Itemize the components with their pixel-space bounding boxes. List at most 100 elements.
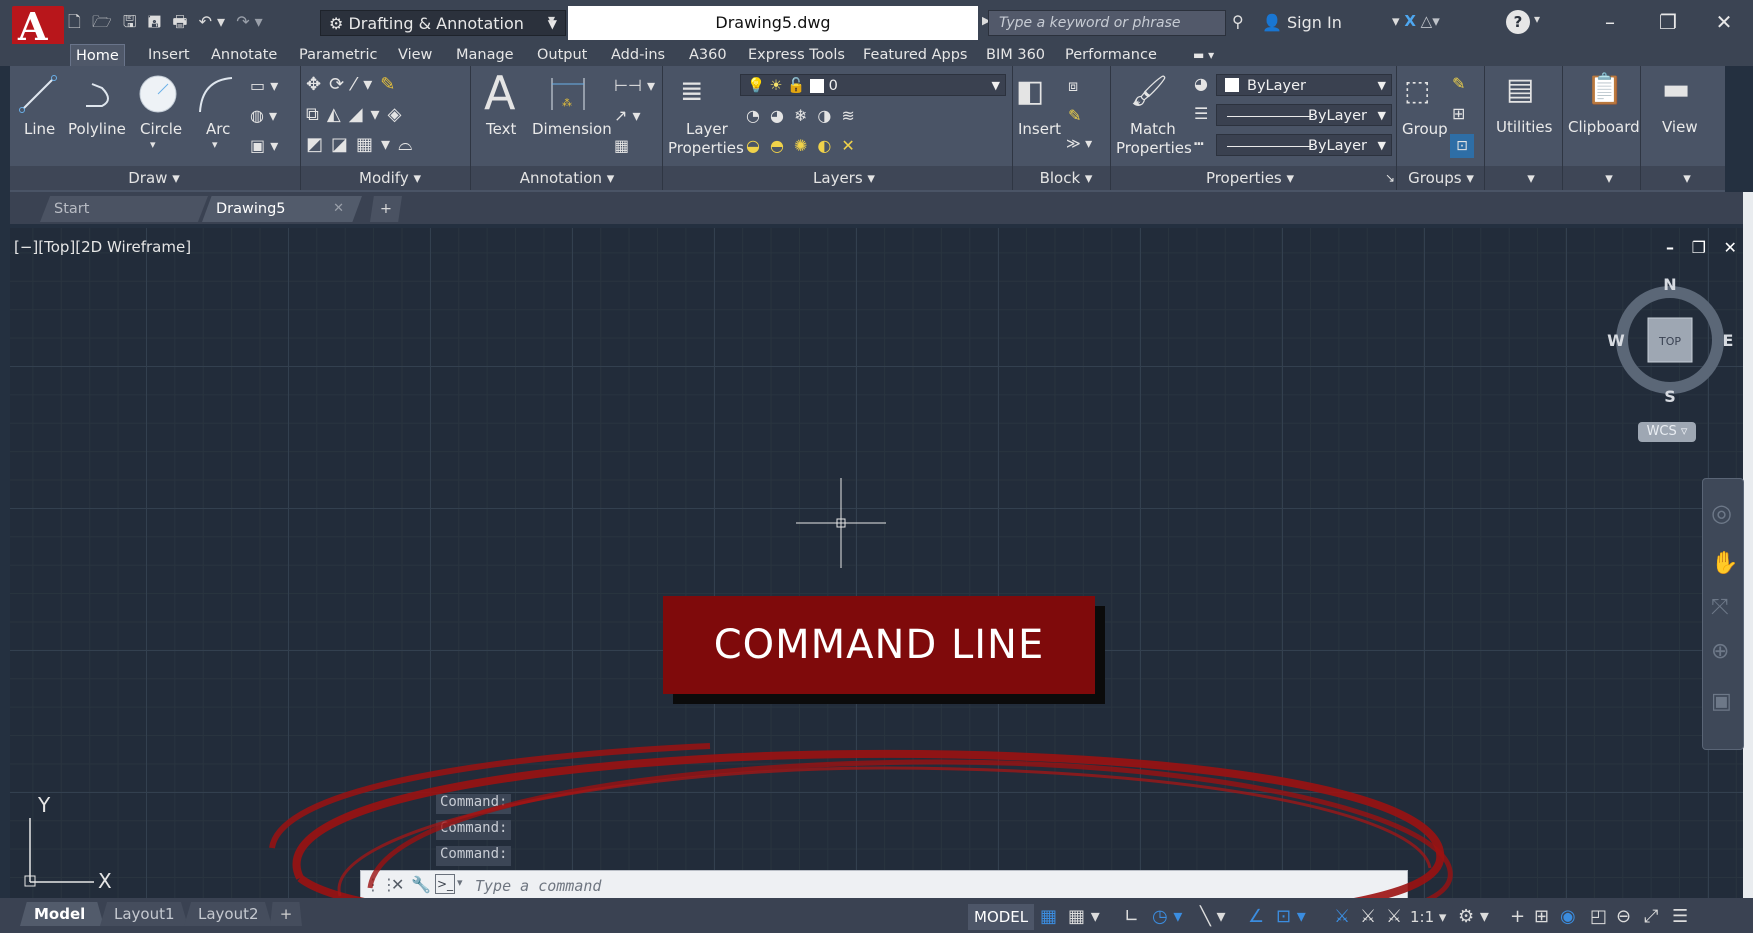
file-tab-start[interactable]: Start (40, 196, 208, 222)
polyline-button-label[interactable]: Polyline (68, 120, 126, 138)
layout-tab-model[interactable]: Model (20, 902, 104, 926)
orbit-icon[interactable]: ⊕ (1711, 639, 1729, 664)
rotate-icon[interactable]: ⟳ (329, 74, 352, 95)
clipboard-button-label[interactable]: Clipboard (1568, 118, 1640, 136)
customize-qat-icon[interactable]: ▾ (548, 12, 555, 28)
zoom-extents-icon[interactable]: ⤧ (1711, 595, 1729, 620)
grid-icon[interactable]: ▦ (1040, 904, 1057, 930)
minimize-button[interactable]: – (1582, 4, 1638, 40)
tab-insert[interactable]: Insert (143, 44, 195, 66)
tab-express-tools[interactable]: Express Tools (743, 44, 850, 66)
block-attributes-icon[interactable]: ≫ ▾ (1066, 136, 1092, 152)
plot-icon[interactable]: 🖶 (172, 12, 187, 31)
layer-properties-icon[interactable]: ≣ (680, 74, 703, 107)
line-icon[interactable] (18, 74, 58, 114)
units-icon[interactable]: ⊞ (1534, 904, 1549, 930)
array-icon[interactable]: ▦▾ (356, 134, 398, 155)
compass-south[interactable]: S (1664, 387, 1676, 406)
compass-west[interactable]: W (1607, 331, 1625, 350)
color-dropdown[interactable]: ByLayer ▼ (1216, 74, 1392, 96)
layer-walk-icon[interactable]: ✺ (794, 136, 817, 155)
edit-block-icon[interactable]: ✎ (1068, 106, 1081, 125)
panel-title-draw[interactable]: Draw ▾ (10, 166, 298, 190)
dimension-icon[interactable]: ⁂ (548, 76, 588, 112)
panel-title-properties[interactable]: Properties ▾ (1110, 166, 1390, 190)
circle-icon[interactable] (138, 74, 178, 114)
graphics-performance-icon[interactable]: ◰ (1590, 904, 1607, 930)
scale-icon[interactable]: ◪ (331, 134, 356, 155)
help-icon[interactable]: ? (1506, 10, 1530, 34)
layer-dropdown[interactable]: 💡 ☀ 🔓 0 ▼ (740, 74, 1006, 96)
match-properties-label-2[interactable]: Properties (1116, 139, 1192, 157)
sign-in-button[interactable]: 👤 Sign In (1262, 10, 1342, 36)
view-icon[interactable]: ▬ (1662, 72, 1690, 107)
clipboard-icon[interactable]: 📋 (1586, 72, 1623, 107)
circle-button-label[interactable]: Circle (140, 120, 182, 138)
open-icon[interactable]: 🗁 (92, 12, 112, 31)
group-icon[interactable]: ⬚ (1404, 74, 1430, 107)
isodraft-icon[interactable]: ╲ ▾ (1200, 904, 1226, 930)
restore-button[interactable]: ❐ (1640, 4, 1696, 40)
hatch-icon[interactable]: ◍ ▾ (250, 106, 277, 125)
layer-copy-icon[interactable]: ◓ (770, 136, 794, 155)
clean-screen-icon[interactable]: ⤢ (1644, 904, 1658, 930)
boundary-icon[interactable]: ▣ ▾ (250, 136, 278, 155)
snap-icon[interactable]: ▦ ▾ (1068, 904, 1100, 930)
text-icon[interactable]: A (484, 66, 515, 120)
viewcube[interactable]: TOP N S E W (1600, 270, 1740, 410)
pan-icon[interactable]: ✋ (1711, 551, 1738, 576)
utilities-button-label[interactable]: Utilities (1496, 118, 1552, 136)
fillet-icon[interactable]: ◢▾ (349, 104, 388, 125)
annotation-scale-icon[interactable]: ⚔ (1386, 904, 1402, 930)
layout-tab-layout2[interactable]: Layout2 (184, 902, 272, 926)
annotation-visibility-icon[interactable]: ⚔ (1334, 904, 1350, 930)
match-properties-label-1[interactable]: Match (1130, 120, 1176, 138)
close-button[interactable]: ✕ (1696, 4, 1752, 40)
linetype-dropdown[interactable]: ByLayer ▼ (1216, 134, 1392, 156)
application-menu-button[interactable]: A (12, 4, 64, 49)
clipboard-expand-icon[interactable]: ▾ (1594, 166, 1624, 190)
create-block-icon[interactable]: ⧈ (1068, 76, 1078, 96)
autodesk-a360-icon[interactable]: △▾ (1421, 12, 1440, 30)
tab-annotate[interactable]: Annotate (206, 44, 282, 66)
steering-wheel-icon[interactable]: ◎ (1711, 499, 1732, 527)
layer-current-icon[interactable]: ◒ (746, 136, 770, 155)
isolate-objects-icon[interactable]: ⊖ (1616, 904, 1631, 930)
move-icon[interactable]: ✥ (306, 74, 329, 95)
panel-title-layers[interactable]: Layers ▾ (664, 166, 1024, 190)
customization-icon[interactable]: ☰ (1672, 904, 1688, 930)
tab-add-ins[interactable]: Add-ins (606, 44, 670, 66)
search-input[interactable] (989, 11, 1225, 35)
showmotion-icon[interactable]: ▣ (1711, 689, 1732, 714)
group-button-label[interactable]: Group (1402, 120, 1448, 138)
copy-icon[interactable]: ⧉ (306, 104, 327, 125)
viewport-controls-label[interactable]: [−][Top][2D Wireframe] (14, 238, 191, 256)
binoculars-icon[interactable]: ⚲ (1232, 12, 1244, 31)
layer-off-icon[interactable]: ◔ (746, 106, 770, 125)
tab-parametric[interactable]: Parametric (294, 44, 383, 66)
layer-lock-icon[interactable]: ◑ (817, 106, 841, 125)
explode-icon[interactable]: ◈ (388, 104, 410, 125)
auto-scale-icon[interactable]: ⚔ (1360, 904, 1376, 930)
panel-title-annotation[interactable]: Annotation ▾ (472, 166, 662, 190)
compass-north[interactable]: N (1663, 275, 1676, 294)
layer-unlock-icon[interactable]: ◐ (817, 136, 841, 155)
tab-manage[interactable]: Manage (451, 44, 519, 66)
annotation-monitor-icon[interactable]: + (1510, 904, 1525, 930)
polar-tracking-icon[interactable]: ◷ ▾ (1152, 904, 1182, 930)
match-properties-icon[interactable]: 🖌 (1130, 74, 1168, 109)
trim-icon[interactable]: ⁄▾ (352, 74, 380, 95)
group-selection-icon[interactable]: ⊡ (1450, 134, 1474, 158)
tab-bim-360[interactable]: BIM 360 (981, 44, 1050, 66)
new-icon[interactable]: 🗋 (68, 12, 81, 31)
group-edit-icon[interactable]: ⊞ (1452, 104, 1465, 123)
view-button-label[interactable]: View (1662, 118, 1698, 136)
layer-delete-icon[interactable]: ✕ (841, 136, 864, 155)
text-button-label[interactable]: Text (486, 120, 516, 138)
viewcube-top-face[interactable]: TOP (1658, 335, 1681, 348)
mirror-icon[interactable]: ◭ (327, 104, 349, 125)
linear-dimension-icon[interactable]: ⊢⊣ ▾ (614, 76, 655, 95)
rectangle-icon[interactable]: ▭ ▾ (250, 76, 278, 95)
line-button-label[interactable]: Line (24, 120, 55, 138)
layer-properties-label-1[interactable]: Layer (686, 120, 728, 138)
